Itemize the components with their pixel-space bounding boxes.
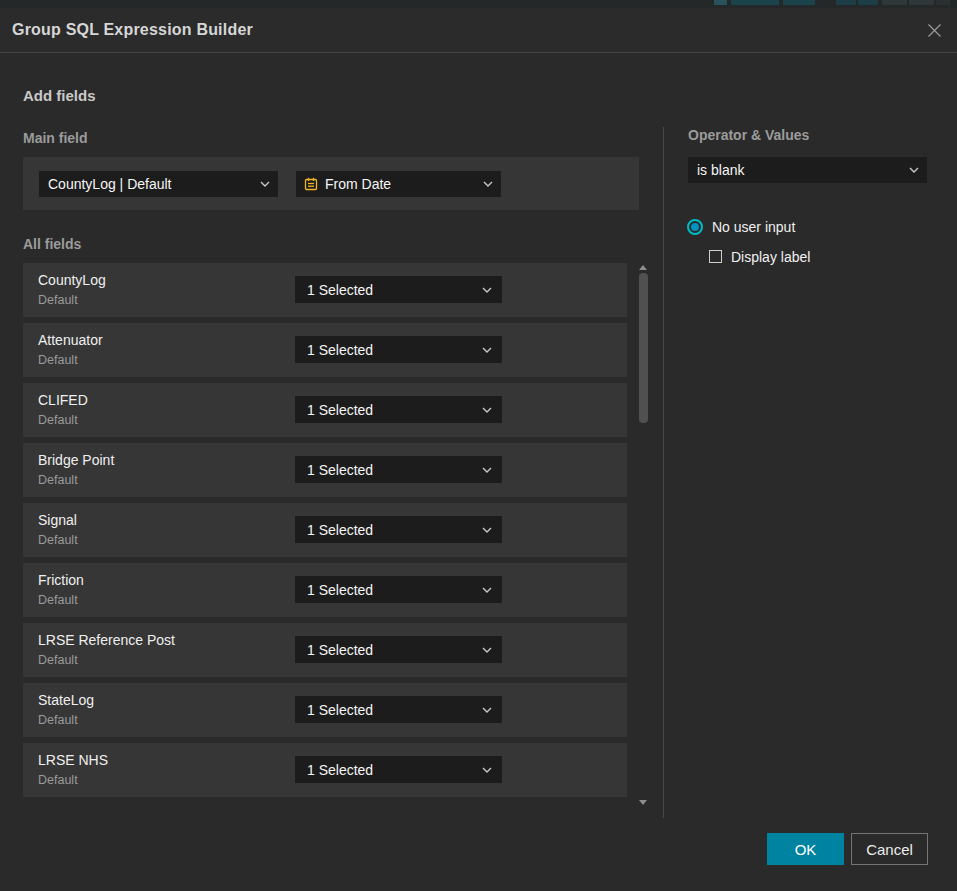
field-name: Signal — [38, 512, 77, 528]
field-subtitle: Default — [38, 773, 78, 787]
add-fields-heading: Add fields — [23, 87, 96, 104]
field-name: StateLog — [38, 692, 94, 708]
all-fields-label: All fields — [23, 236, 81, 252]
all-fields-list: CountyLog Default 1 Selected Attenuator Defa… — [23, 263, 627, 803]
field-selection-dropdown[interactable]: 1 Selected — [295, 576, 502, 603]
backdrop-fragment — [909, 0, 934, 5]
field-name: CountyLog — [38, 272, 106, 288]
field-row: CountyLog Default 1 Selected — [23, 263, 627, 317]
main-field-panel: CountyLog | Default From Date — [23, 157, 639, 210]
backdrop-fragment — [714, 0, 727, 5]
ok-button[interactable]: OK — [767, 833, 844, 865]
field-selection-dropdown[interactable]: 1 Selected — [295, 396, 502, 423]
chevron-down-icon — [482, 407, 492, 413]
dialog-title: Group SQL Expression Builder — [12, 8, 253, 52]
chevron-down-icon — [482, 347, 492, 353]
field-name: Attenuator — [38, 332, 103, 348]
chevron-down-icon — [482, 767, 492, 773]
field-subtitle: Default — [38, 293, 78, 307]
operator-dropdown[interactable]: is blank — [688, 157, 927, 183]
backdrop-fragment — [836, 0, 856, 5]
field-selection-value: 1 Selected — [295, 702, 373, 718]
field-row: LRSE Reference Post Default 1 Selected — [23, 623, 627, 677]
field-selection-dropdown[interactable]: 1 Selected — [295, 276, 502, 303]
field-name: CLIFED — [38, 392, 88, 408]
field-subtitle: Default — [38, 473, 78, 487]
chevron-down-icon — [909, 167, 919, 173]
operator-dropdown-value: is blank — [688, 162, 744, 178]
chevron-down-icon — [482, 707, 492, 713]
cancel-button[interactable]: Cancel — [851, 833, 928, 865]
field-selection-value: 1 Selected — [295, 342, 373, 358]
close-icon[interactable] — [923, 19, 945, 41]
display-label-label: Display label — [731, 250, 810, 264]
field-row: StateLog Default 1 Selected — [23, 683, 627, 737]
scrollbar-thumb[interactable] — [639, 273, 648, 423]
field-selection-value: 1 Selected — [295, 522, 373, 538]
field-subtitle: Default — [38, 353, 78, 367]
field-name: LRSE NHS — [38, 752, 108, 768]
field-selection-dropdown[interactable]: 1 Selected — [295, 756, 502, 783]
scrollbar-up-arrow[interactable] — [639, 265, 647, 270]
field-selection-value: 1 Selected — [295, 282, 373, 298]
field-subtitle: Default — [38, 593, 78, 607]
chevron-down-icon — [482, 647, 492, 653]
field-row: Bridge Point Default 1 Selected — [23, 443, 627, 497]
backdrop-fragment — [731, 0, 779, 5]
layer-dropdown-value: CountyLog | Default — [39, 176, 172, 192]
backdrop-fragment — [858, 0, 878, 5]
field-name: Bridge Point — [38, 452, 114, 468]
backdrop-strip — [0, 0, 957, 8]
backdrop-fragment — [783, 0, 815, 5]
chevron-down-icon — [482, 527, 492, 533]
radio-dot — [691, 223, 699, 231]
layer-dropdown[interactable]: CountyLog | Default — [39, 171, 278, 197]
field-subtitle: Default — [38, 713, 78, 727]
backdrop-fragment — [936, 0, 950, 5]
no-user-input-label: No user input — [712, 220, 795, 235]
chevron-down-icon — [482, 467, 492, 473]
field-selection-value: 1 Selected — [295, 462, 373, 478]
field-row: Attenuator Default 1 Selected — [23, 323, 627, 377]
scrollbar-down-arrow[interactable] — [639, 800, 647, 805]
main-field-dropdown-value: From Date — [318, 176, 391, 192]
field-selection-value: 1 Selected — [295, 642, 373, 658]
chevron-down-icon — [483, 181, 493, 187]
field-selection-value: 1 Selected — [295, 582, 373, 598]
main-field-dropdown[interactable]: From Date — [296, 171, 501, 197]
field-selection-value: 1 Selected — [295, 762, 373, 778]
dialog-title-bar: Group SQL Expression Builder — [0, 8, 957, 53]
field-subtitle: Default — [38, 533, 78, 547]
no-user-input-radio[interactable] — [687, 219, 703, 235]
field-subtitle: Default — [38, 653, 78, 667]
display-label-checkbox[interactable] — [709, 250, 722, 263]
main-field-label: Main field — [23, 130, 88, 146]
field-row: CLIFED Default 1 Selected — [23, 383, 627, 437]
field-row: LRSE NHS Default 1 Selected — [23, 743, 627, 797]
field-row: Signal Default 1 Selected — [23, 503, 627, 557]
field-subtitle: Default — [38, 413, 78, 427]
backdrop-fragment — [882, 0, 907, 5]
vertical-divider — [663, 127, 664, 818]
calendar-icon — [296, 177, 318, 191]
field-selection-dropdown[interactable]: 1 Selected — [295, 336, 502, 363]
field-selection-dropdown[interactable]: 1 Selected — [295, 696, 502, 723]
chevron-down-icon — [482, 587, 492, 593]
field-name: LRSE Reference Post — [38, 632, 175, 648]
field-selection-dropdown[interactable]: 1 Selected — [295, 636, 502, 663]
chevron-down-icon — [482, 287, 492, 293]
field-row: Friction Default 1 Selected — [23, 563, 627, 617]
field-selection-value: 1 Selected — [295, 402, 373, 418]
chevron-down-icon — [260, 181, 270, 187]
operator-values-label: Operator & Values — [688, 127, 809, 143]
field-selection-dropdown[interactable]: 1 Selected — [295, 516, 502, 543]
field-selection-dropdown[interactable]: 1 Selected — [295, 456, 502, 483]
field-name: Friction — [38, 572, 84, 588]
